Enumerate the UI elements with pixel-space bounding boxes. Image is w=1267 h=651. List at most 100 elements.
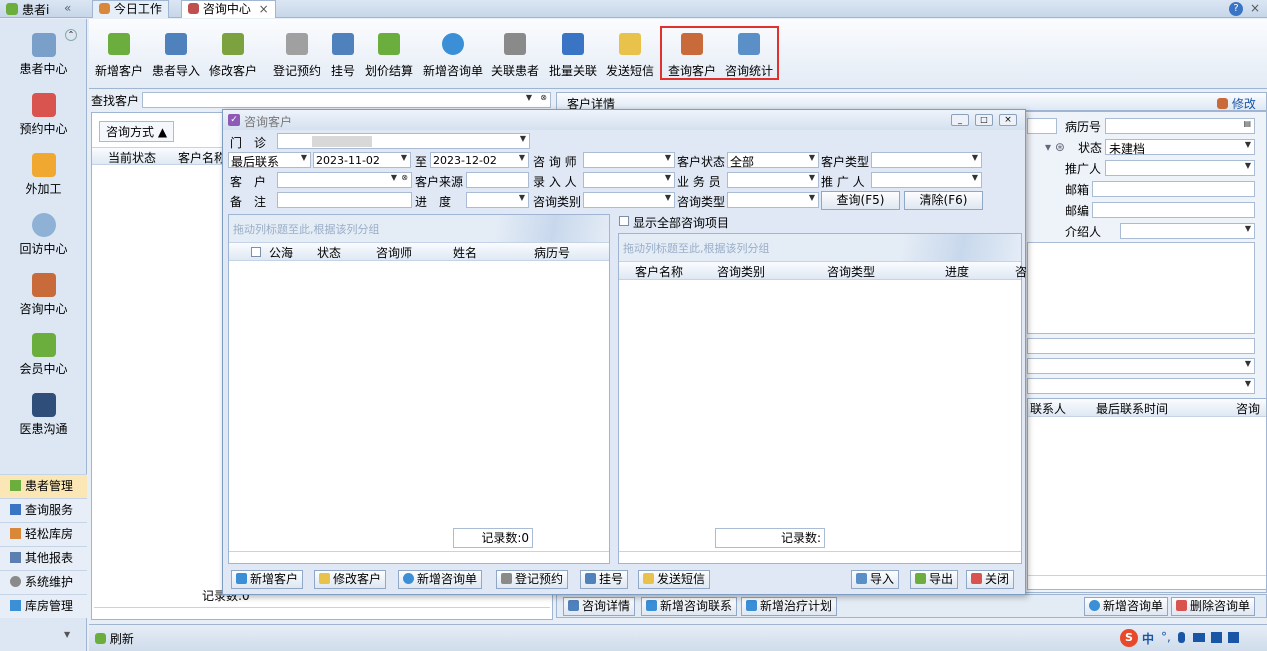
dialog-minimize-icon[interactable]: _: [951, 114, 969, 126]
nav-group-warehouse[interactable]: 轻松库房: [0, 522, 87, 546]
new-consult-contact-button[interactable]: 新增咨询联系: [641, 597, 738, 616]
col-consult-type[interactable]: 咨询类型: [827, 263, 875, 280]
nav-expand-icon[interactable]: ▼: [64, 630, 70, 639]
dropdown-icon[interactable]: ▼: [809, 193, 815, 202]
new-consult-order-button[interactable]: 新增咨询单: [1084, 597, 1169, 616]
status-select[interactable]: 未建档 ▼: [1105, 139, 1255, 156]
ime-logo-icon[interactable]: S: [1120, 629, 1138, 647]
dropdown-icon[interactable]: ▼: [809, 153, 815, 162]
toolbar-new-consult[interactable]: 新增咨询单: [423, 33, 483, 79]
detail-edit-link[interactable]: 修改: [1217, 95, 1256, 112]
left-grid-hscroll[interactable]: [229, 551, 609, 563]
delete-consult-order-button[interactable]: 删除咨询单: [1171, 597, 1256, 616]
dropdown-icon[interactable]: ▼: [972, 173, 978, 182]
toolbar-send-sms[interactable]: 发送短信: [606, 33, 654, 79]
cust-type-select[interactable]: ▼: [871, 152, 982, 168]
dropdown-icon[interactable]: ▼: [809, 173, 815, 182]
toolbar-import-patient[interactable]: 患者导入: [152, 33, 200, 79]
dropdown-icon[interactable]: ▼: [1245, 161, 1251, 170]
toolbar-billing[interactable]: 划价结算: [365, 33, 413, 79]
clear-icon[interactable]: ⊗: [401, 173, 408, 182]
dlg-import-button[interactable]: 导入: [851, 570, 900, 589]
recorder-select[interactable]: ▼: [583, 172, 675, 188]
dropdown-icon[interactable]: ▼: [665, 193, 671, 202]
dropdown-icon[interactable]: ▼: [665, 173, 671, 182]
dropdown-icon[interactable]: ▼: [972, 153, 978, 162]
dropdown-icon[interactable]: ▼: [526, 93, 532, 102]
dlg-new-consult-button[interactable]: 新增咨询单: [398, 570, 483, 589]
help-icon[interactable]: ?: [1229, 2, 1243, 16]
contact-hscroll[interactable]: [1028, 575, 1266, 587]
col-contact[interactable]: 联系人: [1030, 400, 1066, 417]
dropdown-icon[interactable]: ▼: [301, 153, 307, 162]
toolbar-consult-stats[interactable]: 咨询统计: [725, 33, 773, 79]
nav-appointment-center[interactable]: 预约中心: [0, 93, 87, 137]
consult-method-filter[interactable]: 咨询方式 ▲: [99, 121, 175, 142]
tab-close-icon[interactable]: ×: [259, 2, 269, 16]
dropdown-icon[interactable]: ▼: [665, 153, 671, 162]
zip-input[interactable]: [1092, 202, 1255, 218]
col-cust-name[interactable]: 客户名称: [635, 263, 683, 280]
nav-group-system[interactable]: 系统维护: [0, 570, 87, 594]
dlg-export-button[interactable]: 导出: [910, 570, 959, 589]
consult-detail-button[interactable]: 咨询详情: [563, 597, 636, 616]
dropdown-icon[interactable]: ▼: [391, 173, 397, 182]
refresh-button[interactable]: 刷新: [95, 630, 134, 647]
nav-followup-center[interactable]: 回访中心: [0, 213, 87, 257]
clear-icon[interactable]: ⊗: [540, 93, 547, 102]
col-public-pool[interactable]: 公海: [269, 244, 293, 261]
notes-area[interactable]: [1027, 242, 1255, 334]
introducer-select[interactable]: ▼: [1120, 223, 1255, 239]
note-input[interactable]: [277, 192, 412, 208]
select-all-checkbox[interactable]: [251, 247, 261, 257]
salesman-select[interactable]: ▼: [727, 172, 819, 188]
tab-today[interactable]: 今日工作: [92, 0, 169, 18]
new-treatment-plan-button[interactable]: 新增治疗计划: [741, 597, 838, 616]
last-contact-select[interactable]: 最后联系 ▼: [228, 152, 311, 169]
toolbar-new-customer[interactable]: 新增客户: [95, 33, 143, 79]
dlg-register-appointment-button[interactable]: 登记预约: [496, 570, 569, 589]
col-consult-more[interactable]: 咨: [1015, 263, 1027, 280]
dropdown-icon[interactable]: ▼: [1245, 359, 1251, 368]
tab-consult[interactable]: 咨询中心 ×: [181, 0, 276, 18]
progress-select[interactable]: ▼: [466, 192, 529, 208]
right-grid-hscroll[interactable]: [619, 551, 1021, 563]
source-input[interactable]: [466, 172, 529, 188]
dialog-maximize-icon[interactable]: □: [975, 114, 993, 126]
dlg-edit-customer-button[interactable]: 修改客户: [314, 570, 387, 589]
col-record-no[interactable]: 病历号: [534, 244, 570, 261]
cust-status-select[interactable]: 全部 ▼: [727, 152, 819, 169]
left-hscroll[interactable]: [94, 607, 550, 617]
col-last-contact-time[interactable]: 最后联系时间: [1096, 400, 1168, 417]
window-close-icon[interactable]: ×: [1250, 1, 1260, 15]
dropdown-icon[interactable]: ▼: [401, 153, 407, 162]
col-progress[interactable]: 进度: [945, 263, 969, 280]
nav-group-stock[interactable]: 库房管理: [0, 594, 87, 618]
dlg-close-button[interactable]: 关闭: [966, 570, 1015, 589]
toolbar-link-patient[interactable]: 关联患者: [491, 33, 539, 79]
detail-field-c[interactable]: ▼: [1027, 378, 1255, 394]
col-consult-cat[interactable]: 咨询类别: [717, 263, 765, 280]
promoter-select[interactable]: ▼: [1105, 160, 1255, 176]
microphone-icon[interactable]: [1178, 632, 1185, 643]
keyboard-icon[interactable]: [1193, 633, 1205, 642]
consult-cat-select[interactable]: ▼: [583, 192, 675, 208]
ime-mode-label[interactable]: 中: [1142, 630, 1154, 647]
col-status[interactable]: 状态: [317, 244, 341, 261]
dropdown-icon[interactable]: ▼: [519, 153, 525, 162]
toolbar-edit-customer[interactable]: 修改客户: [209, 33, 257, 79]
dropdown-icon[interactable]: ▼: [1245, 224, 1251, 233]
email-input[interactable]: [1092, 181, 1255, 197]
dropdown-icon[interactable]: ▼: [1245, 379, 1251, 388]
tools-grid-icon[interactable]: [1228, 632, 1239, 643]
clinic-select[interactable]: ▼: [277, 133, 530, 149]
col-customer-name[interactable]: 客户名称: [178, 149, 226, 166]
consult-type-select[interactable]: ▼: [727, 192, 819, 208]
query-button[interactable]: 查询(F5): [821, 191, 900, 210]
dlg-register-button[interactable]: 挂号: [580, 570, 629, 589]
dropdown-icon[interactable]: ▼: [519, 193, 525, 202]
skin-icon[interactable]: [1211, 632, 1222, 643]
search-customer-input[interactable]: ▼ ⊗: [142, 92, 551, 108]
collapse-nav-icon[interactable]: «: [64, 1, 71, 15]
clear-button[interactable]: 清除(F6): [904, 191, 983, 210]
